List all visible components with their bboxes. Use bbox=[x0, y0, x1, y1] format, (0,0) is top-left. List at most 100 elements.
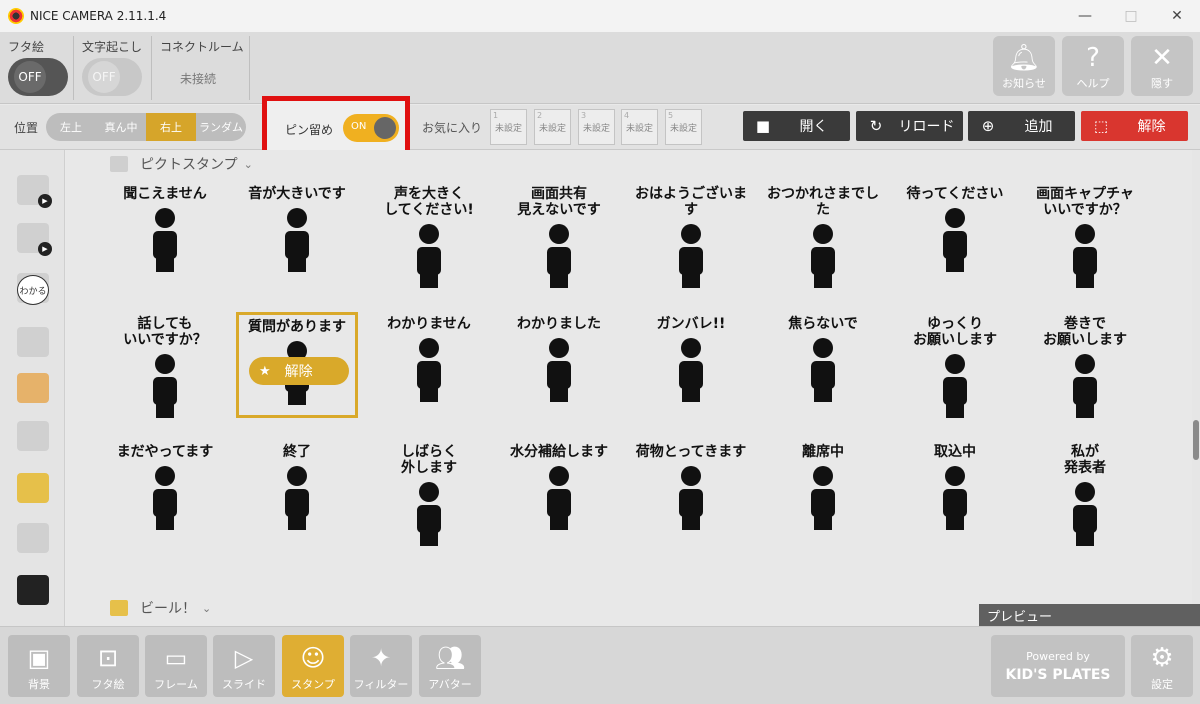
close-window-button[interactable]: ✕ bbox=[1154, 0, 1200, 32]
stamp-caption: 私が 発表者 bbox=[1064, 444, 1106, 476]
hide-button[interactable]: ✕ 隠す bbox=[1131, 36, 1193, 96]
sidebar-item-9[interactable] bbox=[14, 520, 52, 556]
sidebar-item-10[interactable] bbox=[14, 572, 52, 608]
stamp-item[interactable]: 終了 bbox=[236, 440, 358, 546]
pictogram-figure bbox=[285, 208, 309, 272]
stamp-item[interactable]: わかりました bbox=[498, 312, 620, 418]
stamp-caption: 荷物とってきます bbox=[635, 444, 747, 460]
favorite-slot-num: 4 bbox=[624, 111, 630, 120]
futae-button[interactable]: ⊡ フタ絵 bbox=[77, 635, 139, 697]
stamp-item[interactable]: 荷物とってきます bbox=[630, 440, 752, 546]
stamp-item[interactable]: しばらく 外します bbox=[368, 440, 490, 546]
lid-icon: ⊡ bbox=[97, 644, 119, 672]
stamp-item[interactable]: 巻きで お願いします bbox=[1024, 312, 1146, 418]
pin-icon: ★ bbox=[259, 363, 271, 379]
position-center[interactable]: 真ん中 bbox=[96, 113, 146, 141]
sidebar-item-1[interactable]: ▶ bbox=[14, 172, 52, 208]
open-button[interactable]: ■ 開く bbox=[743, 111, 850, 141]
reload-button[interactable]: ↻ リロード bbox=[856, 111, 963, 141]
scrollbar-thumb[interactable] bbox=[1193, 420, 1199, 460]
notify-button[interactable]: 🔔︎ お知らせ bbox=[993, 36, 1055, 96]
stamp-item[interactable]: 話しても いいですか？ bbox=[104, 312, 226, 418]
sidebar-thumb: わかる bbox=[17, 275, 49, 305]
background-label: 背景 bbox=[28, 678, 50, 691]
vertical-scrollbar[interactable] bbox=[1192, 150, 1200, 626]
chevron-down-icon: ⌄ bbox=[243, 157, 253, 171]
slide-label: スライド bbox=[222, 678, 266, 691]
stamp-item[interactable]: 画面キャプチャ いいですか？ bbox=[1024, 182, 1146, 288]
preview-tab[interactable]: プレビュー bbox=[979, 604, 1200, 626]
stamp-item[interactable]: 離席中 bbox=[762, 440, 884, 546]
sidebar-thumb bbox=[17, 327, 49, 357]
stamp-button[interactable]: ☺ スタンプ bbox=[282, 635, 344, 697]
stamp-caption: 音が大きいです bbox=[248, 186, 346, 202]
caption-toggle[interactable]: OFF bbox=[82, 58, 142, 96]
filter-button[interactable]: ✦ フィルター bbox=[350, 635, 412, 697]
favorite-slot-4[interactable]: 4 未設定 bbox=[621, 109, 658, 145]
add-button[interactable]: ⊕ 追加 bbox=[968, 111, 1075, 141]
sidebar-item-6[interactable] bbox=[14, 370, 52, 406]
section-beer[interactable]: ビール！ ⌄ bbox=[110, 598, 211, 618]
stamp-item[interactable]: 声を大きく してください! bbox=[368, 182, 490, 288]
slide-button[interactable]: ▷ スライド bbox=[213, 635, 275, 697]
stamp-caption: 話しても いいですか？ bbox=[123, 316, 207, 348]
favorites-label: お気に入り bbox=[422, 121, 483, 135]
pin-toggle[interactable]: ON bbox=[343, 114, 399, 142]
maximize-button[interactable]: □ bbox=[1108, 0, 1154, 32]
connect-status: 未接続 bbox=[180, 72, 217, 86]
stamp-item[interactable]: 焦らないで bbox=[762, 312, 884, 418]
stamp-item[interactable]: ガンバレ!! bbox=[630, 312, 752, 418]
avatar-button[interactable]: 👥︎ アバター bbox=[419, 635, 481, 697]
release-button[interactable]: ⬚ 解除 bbox=[1081, 111, 1188, 141]
stamp-item[interactable]: 画面共有 見えないです bbox=[498, 182, 620, 288]
stamp-item[interactable]: 水分補給します bbox=[498, 440, 620, 546]
pictogram-figure bbox=[1073, 482, 1097, 546]
sidebar-item-7[interactable] bbox=[14, 418, 52, 454]
position-random[interactable]: ランダム bbox=[196, 113, 246, 141]
pictogram-figure bbox=[679, 466, 703, 530]
kids-plates-link[interactable]: Powered by KID'S PLATES bbox=[991, 635, 1125, 697]
frame-button[interactable]: ▭ フレーム bbox=[145, 635, 207, 697]
stamp-item[interactable]: まだやってます bbox=[104, 440, 226, 546]
stamp-item[interactable]: 聞こえません bbox=[104, 182, 226, 288]
position-top-right[interactable]: 右上 bbox=[146, 113, 196, 141]
help-button[interactable]: ? ヘルプ bbox=[1062, 36, 1124, 96]
stamp-caption: しばらく 外します bbox=[401, 444, 457, 476]
stamp-caption: 終了 bbox=[283, 444, 311, 460]
play-icon: ▶ bbox=[38, 194, 52, 208]
futae-toggle-knob: OFF bbox=[14, 61, 46, 93]
stamp-item[interactable]: 質問があります ★ 解除 bbox=[236, 312, 358, 418]
help-label: ヘルプ bbox=[1076, 77, 1110, 90]
favorite-slot-5[interactable]: 5 未設定 bbox=[665, 109, 702, 145]
stamp-item[interactable]: 取込中 bbox=[894, 440, 1016, 546]
background-button[interactable]: ▣ 背景 bbox=[8, 635, 70, 697]
minimize-button[interactable]: — bbox=[1062, 0, 1108, 32]
stamp-item[interactable]: おはようございます bbox=[630, 182, 752, 288]
stamp-item[interactable]: おつかれさまでした bbox=[762, 182, 884, 288]
sidebar-item-beer[interactable] bbox=[14, 470, 52, 506]
stamp-item[interactable]: わかりません bbox=[368, 312, 490, 418]
section-picto[interactable]: ピクトスタンプ ⌄ bbox=[110, 154, 253, 174]
sidebar-item-2[interactable]: ▶ bbox=[14, 220, 52, 256]
unpin-label: 解除 bbox=[284, 364, 313, 380]
sidebar-item-wakaru[interactable]: わかる bbox=[14, 272, 52, 308]
sidebar-item-5[interactable] bbox=[14, 324, 52, 360]
stamp-item[interactable]: 私が 発表者 bbox=[1024, 440, 1146, 546]
favorite-slot-3[interactable]: 3 未設定 bbox=[578, 109, 615, 145]
release-label: 解除 bbox=[1137, 119, 1166, 135]
stamp-item[interactable]: ゆっくり お願いします bbox=[894, 312, 1016, 418]
stamp-item[interactable]: 待ってください bbox=[894, 182, 1016, 288]
stamp-caption: おつかれさまでした bbox=[767, 186, 879, 218]
position-label: 位置 bbox=[14, 121, 39, 135]
favorite-slot-num: 3 bbox=[581, 111, 587, 120]
unpin-button[interactable]: ★ 解除 bbox=[249, 357, 349, 385]
stamp-item[interactable]: 音が大きいです bbox=[236, 182, 358, 288]
frame-label: フレーム bbox=[154, 678, 198, 691]
favorite-slot-1[interactable]: 1 未設定 bbox=[490, 109, 527, 145]
position-top-left[interactable]: 左上 bbox=[46, 113, 96, 141]
favorite-slot-text: 未設定 bbox=[669, 123, 697, 134]
favorite-slot-2[interactable]: 2 未設定 bbox=[534, 109, 571, 145]
futae-toggle[interactable]: OFF bbox=[8, 58, 68, 96]
stamp-caption: ガンバレ!! bbox=[656, 316, 726, 332]
settings-button[interactable]: ⚙ 設定 bbox=[1131, 635, 1193, 697]
